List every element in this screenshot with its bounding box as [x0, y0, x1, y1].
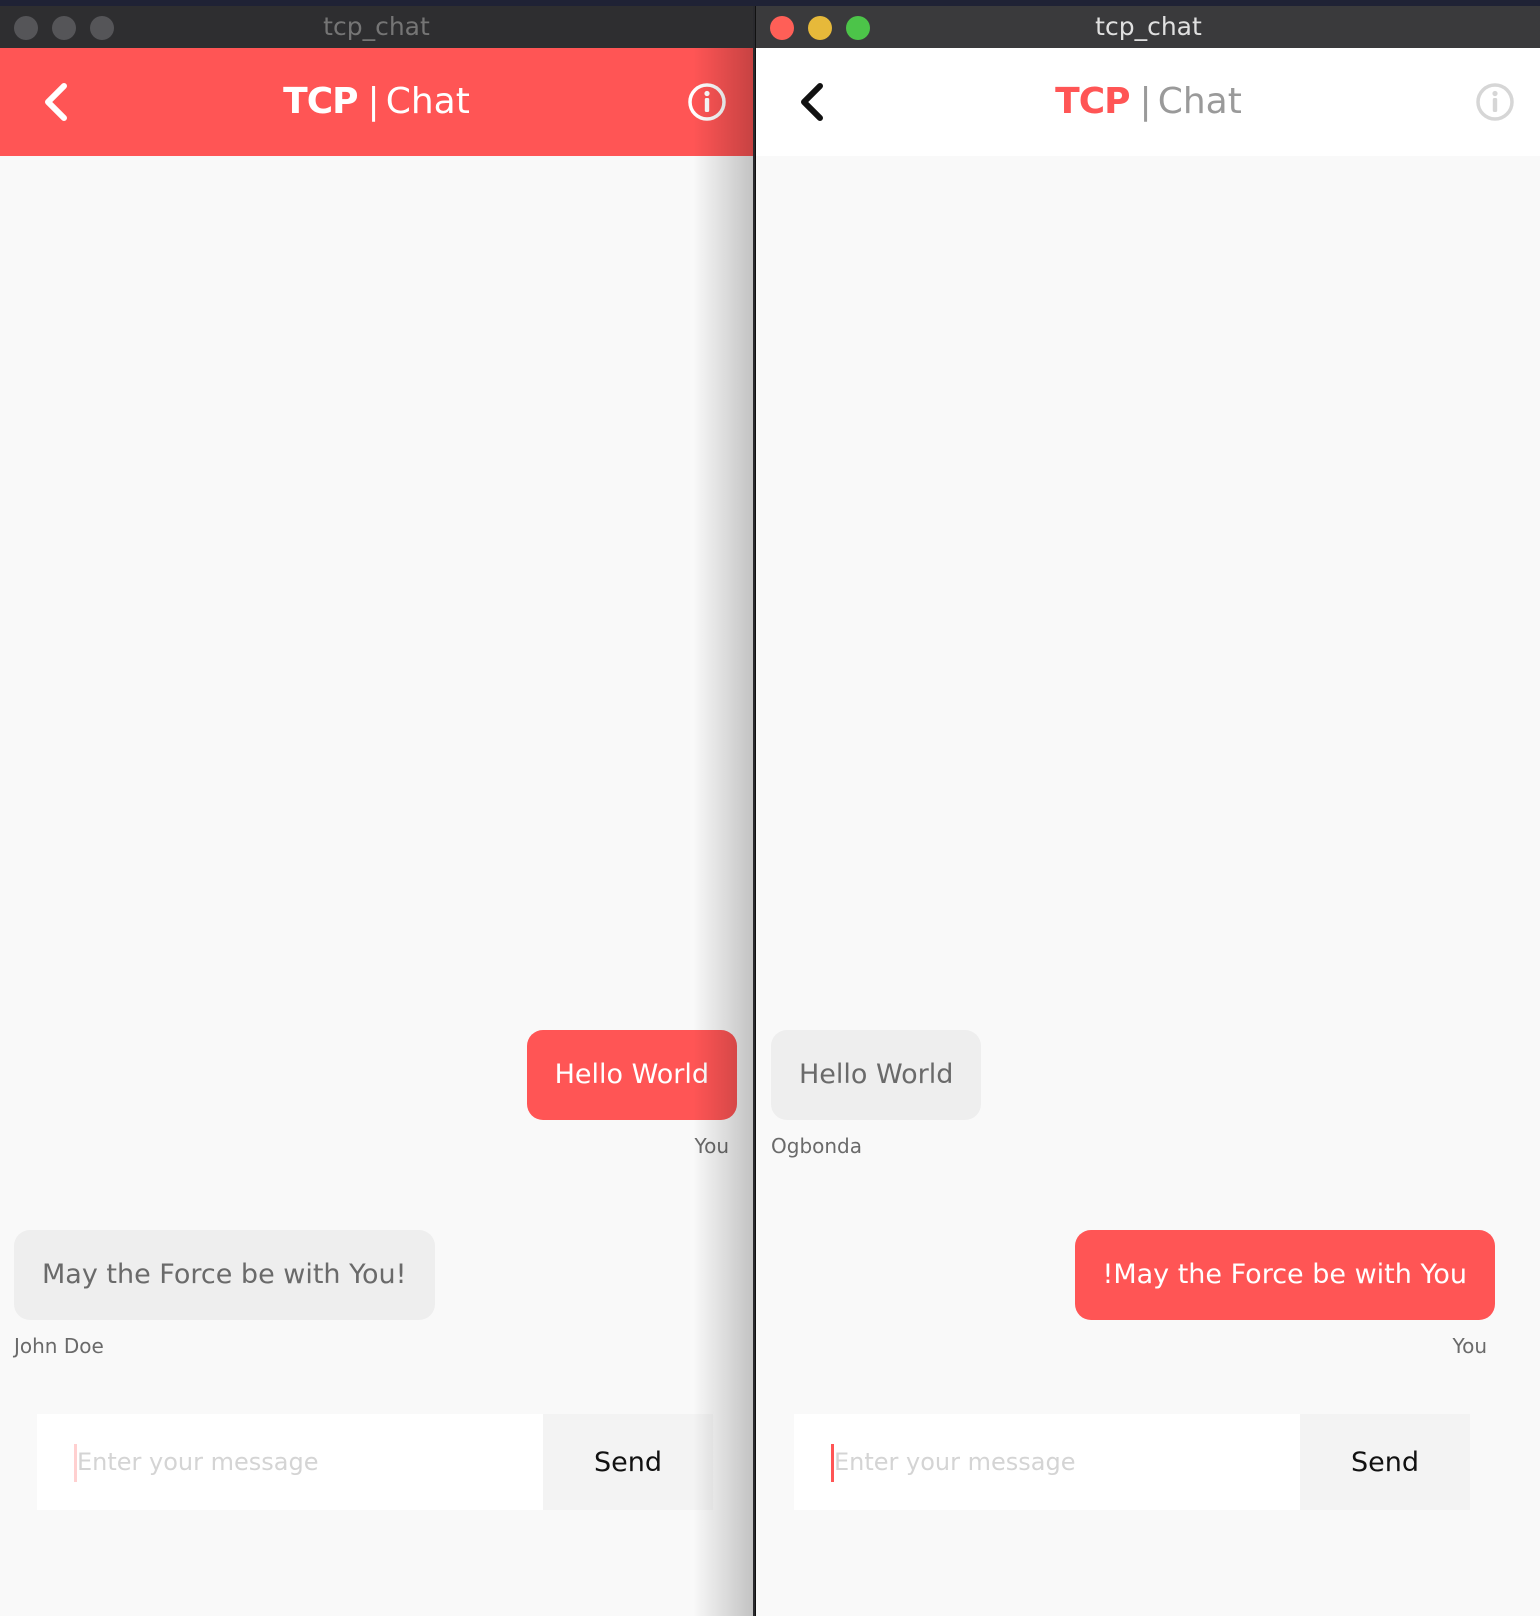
message-composer: Send: [37, 1414, 713, 1510]
title-subtitle: Chat: [1157, 81, 1242, 122]
message-list[interactable]: Hello World You May the Force be with Yo…: [0, 156, 753, 1616]
message-input[interactable]: [794, 1414, 1300, 1510]
info-button[interactable]: [1475, 82, 1515, 122]
message-composer: Send: [794, 1414, 1470, 1510]
message-input[interactable]: [37, 1414, 543, 1510]
window-titlebar: tcp_chat: [0, 6, 753, 49]
brand-name: TCP: [283, 81, 358, 122]
app-header: TCP | Chat: [0, 48, 753, 156]
send-button[interactable]: Send: [543, 1414, 713, 1510]
send-button[interactable]: Send: [1300, 1414, 1470, 1510]
text-caret: [831, 1444, 834, 1482]
message-bubble-sent: Hello World: [526, 1030, 737, 1120]
app-header: TCP | Chat: [756, 48, 1540, 156]
message-bubble-received: Hello World: [771, 1030, 982, 1120]
title-separator: |: [1139, 81, 1152, 122]
message-bubble-sent: !May the Force be with You: [1074, 1230, 1495, 1320]
message-bubble-received: May the Force be with You!: [14, 1230, 435, 1320]
chat-window-left: tcp_chat TCP | Chat Hello World You May th…: [0, 6, 753, 1616]
window-title: tcp_chat: [1095, 12, 1202, 41]
chat-window-right: tcp_chat TCP | Chat Hello World Ogbonda !M…: [755, 6, 1540, 1616]
window-titlebar: tcp_chat: [756, 6, 1540, 49]
message-sender: Ogbonda: [771, 1134, 862, 1158]
info-circle-icon: [1476, 83, 1514, 121]
info-button[interactable]: [687, 82, 727, 122]
message-sender: You: [1452, 1334, 1487, 1358]
window-title: tcp_chat: [323, 12, 430, 41]
message-sender: You: [694, 1134, 729, 1158]
message-list[interactable]: Hello World Ogbonda !May the Force be wi…: [756, 156, 1540, 1616]
message-sender: John Doe: [14, 1334, 104, 1358]
brand-name: TCP: [1055, 81, 1130, 122]
title-separator: |: [367, 81, 380, 122]
page-title: TCP | Chat: [0, 48, 753, 156]
page-title: TCP | Chat: [756, 48, 1540, 156]
title-subtitle: Chat: [385, 81, 470, 122]
info-circle-icon: [688, 83, 726, 121]
text-caret: [74, 1444, 77, 1482]
